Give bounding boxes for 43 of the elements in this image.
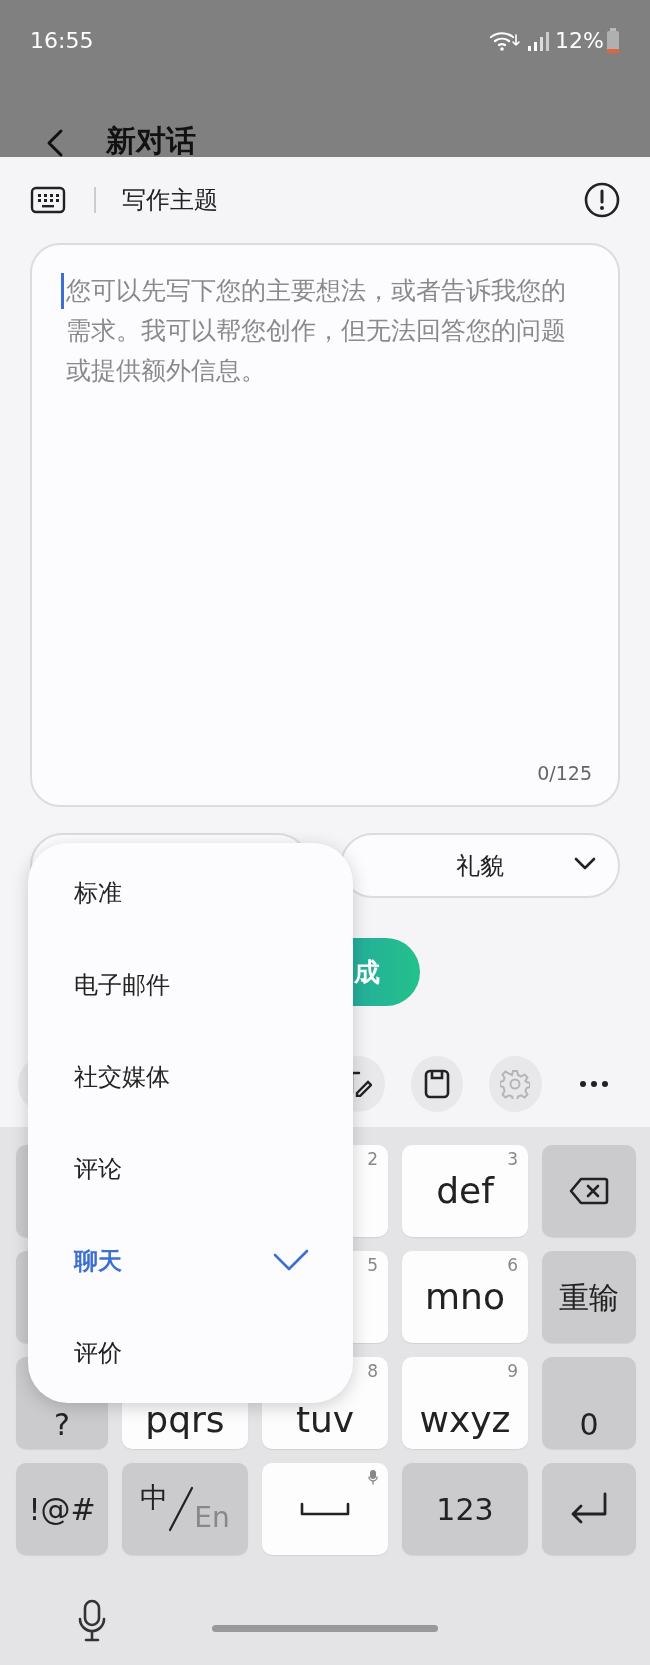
keyboard-icon[interactable]	[30, 185, 66, 215]
keyboard-key[interactable]: mno 6	[402, 1251, 528, 1343]
key-number: 2	[367, 1149, 378, 1170]
text-cursor	[61, 273, 64, 309]
chevron-down-icon	[574, 857, 596, 871]
menu-item[interactable]: 电子邮件	[28, 939, 353, 1031]
key-number: 9	[507, 1361, 518, 1382]
keyboard-key[interactable]: 123	[402, 1463, 528, 1555]
battery-icon	[606, 27, 620, 54]
key-number: 8	[367, 1361, 378, 1382]
dropdown-value: 礼貌	[456, 850, 504, 882]
keyboard-key[interactable]: 0	[542, 1357, 636, 1449]
menu-item[interactable]: 社交媒体	[28, 1031, 353, 1123]
save-icon	[423, 1069, 450, 1099]
mic-icon	[368, 1469, 378, 1485]
check-icon	[273, 1249, 309, 1273]
menu-item[interactable]: 评论	[28, 1123, 353, 1215]
menu-item[interactable]: 聊天	[28, 1215, 353, 1307]
screen-title: 新对话	[106, 124, 196, 157]
keyboard-key[interactable]: wxyz 9	[402, 1357, 528, 1449]
keyboard-key[interactable]: !@#	[16, 1463, 108, 1555]
key-label: 中	[140, 1480, 169, 1516]
key-label: En	[194, 1500, 230, 1536]
more-icon	[579, 1081, 608, 1087]
info-icon[interactable]	[584, 182, 620, 218]
key-number: 3	[507, 1149, 518, 1170]
space-bar-icon[interactable]	[300, 1502, 350, 1516]
clock-time: 16:55	[30, 27, 94, 55]
microphone-icon[interactable]	[78, 1599, 106, 1643]
key-number: 6	[507, 1255, 518, 1276]
keyboard-key[interactable]: def 3	[402, 1145, 528, 1237]
slash-icon	[168, 1486, 195, 1532]
dropdown-field[interactable]: 礼貌	[340, 833, 620, 898]
key-number: 5	[367, 1255, 378, 1276]
backspace-icon[interactable]	[569, 1177, 609, 1205]
enter-icon[interactable]	[569, 1492, 609, 1526]
keyboard-key[interactable]: 重输	[542, 1251, 636, 1343]
signal-icon	[527, 29, 550, 52]
sheet-title: 写作主题	[122, 185, 219, 216]
language-switch-key[interactable]: 中 En	[122, 1463, 248, 1555]
settings-icon	[500, 1069, 531, 1099]
battery-percent: 12%	[555, 27, 604, 55]
character-counter: 0/125	[537, 760, 592, 786]
